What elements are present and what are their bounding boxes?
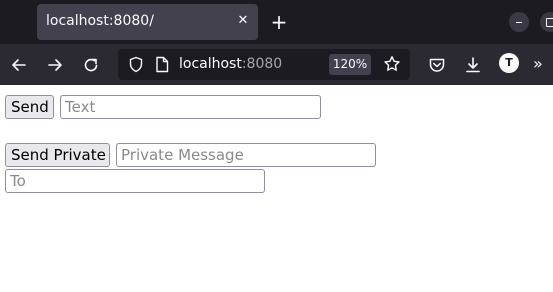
- tab-strip: localhost:8080/ ✕ +: [0, 0, 553, 44]
- tab-title: localhost:8080/: [46, 13, 154, 29]
- page-content: Send Send Private: [0, 85, 553, 292]
- restore-window-button[interactable]: [540, 12, 553, 32]
- reload-button[interactable]: [78, 52, 104, 78]
- send-button[interactable]: Send: [5, 95, 54, 119]
- to-input[interactable]: [5, 169, 265, 193]
- minimize-window-button[interactable]: [509, 12, 529, 32]
- forward-arrow-icon: [48, 59, 62, 71]
- pocket-button[interactable]: [424, 52, 450, 78]
- star-icon[interactable]: [383, 55, 401, 73]
- navigation-toolbar: localhost:8080 120% T »: [0, 44, 553, 85]
- url-text[interactable]: localhost:8080: [179, 56, 282, 72]
- private-message-input[interactable]: [116, 143, 376, 167]
- pocket-icon: [429, 58, 445, 72]
- url-host: localhost: [179, 56, 242, 72]
- address-bar[interactable]: localhost:8080 120%: [118, 49, 410, 80]
- account-icon[interactable]: T: [499, 53, 519, 73]
- back-arrow-icon: [12, 59, 26, 71]
- url-port: :8080: [241, 56, 283, 72]
- reload-icon: [84, 58, 98, 72]
- overflow-icon[interactable]: »: [533, 54, 543, 74]
- download-icon: [466, 57, 480, 73]
- send-private-button[interactable]: Send Private: [5, 143, 110, 167]
- shield-icon[interactable]: [128, 56, 144, 73]
- back-button[interactable]: [6, 52, 32, 78]
- new-tab-button[interactable]: +: [266, 10, 292, 36]
- text-input[interactable]: [60, 95, 321, 119]
- close-tab-icon[interactable]: ✕: [234, 11, 252, 31]
- downloads-button[interactable]: [460, 52, 486, 78]
- page-icon[interactable]: [155, 56, 169, 73]
- zoom-level-badge[interactable]: 120%: [329, 54, 371, 75]
- browser-tab[interactable]: localhost:8080/ ✕: [37, 4, 258, 40]
- forward-button[interactable]: [42, 52, 68, 78]
